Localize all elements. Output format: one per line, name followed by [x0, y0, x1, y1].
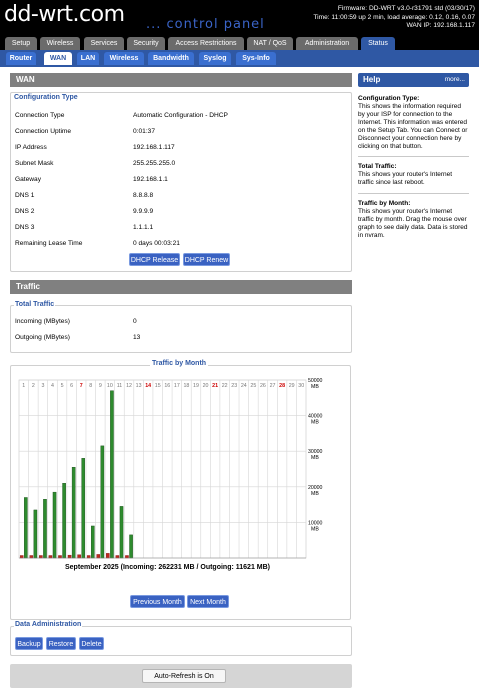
day-label: 10 [107, 383, 113, 389]
help-config-type-text: This shows the information required by y… [358, 103, 468, 150]
outgoing-bar [67, 554, 72, 559]
help-total-traffic-text: This shows your router's Internet traffi… [358, 171, 453, 186]
incoming-bar [71, 467, 76, 559]
day-label: 11 [117, 383, 123, 389]
day-label: 24 [241, 383, 247, 389]
help-bar: Help more... [358, 73, 469, 87]
day-label: 9 [99, 383, 102, 389]
outgoing-bar [48, 555, 53, 559]
help-total-traffic-title: Total Traffic: [358, 163, 397, 170]
help-total-traffic: Total Traffic: This shows your router's … [358, 163, 469, 187]
day-label: 28 [279, 383, 285, 389]
outgoing-bar [96, 554, 101, 559]
outgoing-bar [29, 555, 34, 559]
incoming-bar [52, 491, 57, 559]
outgoing-bar [125, 555, 129, 559]
incoming-bar [110, 390, 114, 559]
auto-refresh-button[interactable]: Auto-Refresh is On [142, 669, 226, 683]
help-title: Help [363, 75, 381, 84]
day-label: 5 [61, 383, 64, 389]
day-label: 15 [155, 383, 161, 389]
day-label: 6 [70, 383, 73, 389]
outgoing-bar [19, 555, 24, 559]
day-label: 17 [174, 383, 180, 389]
help-traffic-by-month-text: This shows your router's Internet traffi… [358, 208, 468, 239]
day-label: 21 [212, 383, 218, 389]
help-divider [358, 193, 469, 194]
restore-button[interactable]: Restore [46, 637, 76, 650]
incoming-bar [91, 525, 95, 559]
auto-refresh-bar: Auto-Refresh is On [10, 664, 352, 688]
day-label: 14 [145, 383, 151, 389]
incoming-bar [81, 458, 86, 559]
outgoing-bar [106, 553, 110, 559]
day-label: 8 [89, 383, 92, 389]
incoming-bar [33, 509, 38, 559]
day-label: 12 [126, 383, 132, 389]
outgoing-bar [77, 554, 81, 559]
incoming-bar [129, 534, 133, 559]
outgoing-bar [115, 555, 120, 559]
incoming-bar [62, 483, 66, 559]
outgoing-bar [58, 555, 62, 559]
day-label: 27 [270, 383, 276, 389]
day-label: 16 [164, 383, 170, 389]
day-label: 23 [231, 383, 237, 389]
incoming-bar [24, 497, 28, 559]
help-divider [358, 156, 469, 157]
day-label: 26 [260, 383, 266, 389]
y-tick-unit: MB [311, 455, 319, 461]
previous-month-button[interactable]: Previous Month [130, 595, 185, 608]
day-label: 1 [22, 383, 25, 389]
y-tick-unit: MB [311, 491, 319, 497]
incoming-bar [43, 499, 47, 559]
incoming-bar [100, 445, 105, 559]
day-label: 22 [222, 383, 228, 389]
day-label: 13 [136, 383, 142, 389]
y-tick-unit: MB [311, 526, 319, 532]
day-label: 19 [193, 383, 199, 389]
day-label: 2 [32, 383, 35, 389]
y-tick-unit: MB [311, 384, 319, 390]
outgoing-bar [86, 555, 91, 559]
help-config-type: Configuration Type: This shows the infor… [358, 95, 469, 151]
day-label: 7 [80, 383, 83, 389]
day-label: 3 [41, 383, 44, 389]
outgoing-bar [39, 555, 43, 559]
help-traffic-by-month-title: Traffic by Month: [358, 200, 411, 207]
day-label: 29 [289, 383, 295, 389]
day-label: 30 [298, 383, 304, 389]
next-month-button[interactable]: Next Month [187, 595, 229, 608]
data-admin-title: Data Administration [14, 621, 83, 628]
day-label: 18 [183, 383, 189, 389]
y-tick-unit: MB [311, 420, 319, 426]
day-label: 25 [250, 383, 256, 389]
help-traffic-by-month: Traffic by Month: This shows your router… [358, 200, 469, 240]
day-label: 20 [203, 383, 209, 389]
incoming-bar [119, 506, 124, 559]
day-label: 4 [51, 383, 54, 389]
help-more-link[interactable]: more... [445, 73, 465, 87]
backup-button[interactable]: Backup [15, 637, 43, 650]
chart-caption: September 2025 (Incoming: 262231 MB / Ou… [65, 564, 270, 571]
help-config-type-title: Configuration Type: [358, 95, 420, 102]
delete-button[interactable]: Delete [79, 637, 104, 650]
